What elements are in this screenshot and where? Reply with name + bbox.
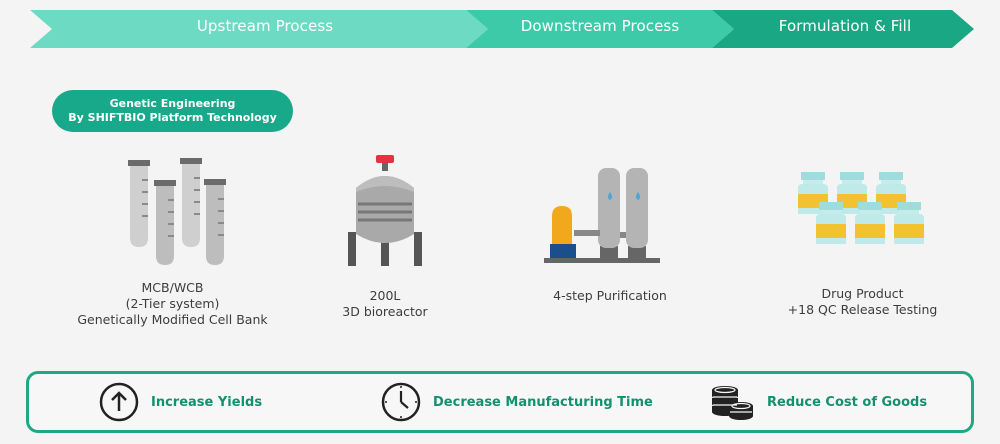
platform-technology-pill: Genetic Engineering By SHIFTBIO Platform… [52, 90, 293, 132]
purification-system-icon [544, 168, 660, 263]
stage-label-upstream: Upstream Process [196, 17, 334, 35]
benefit-reduce-cost: Reduce Cost of Goods [709, 374, 927, 430]
caption-line: 3D bioreactor [342, 304, 428, 319]
benefit-label: Increase Yields [151, 394, 263, 410]
caption-line: +18 QC Release Testing [787, 302, 938, 317]
benefit-label: Reduce Cost of Goods [767, 394, 928, 410]
caption-line: MCB/WCB [141, 280, 204, 295]
step-caption-bioreactor: 200L 3D bioreactor [300, 288, 470, 320]
step-caption-purification: 4-step Purification [530, 288, 690, 304]
test-tubes-icon [128, 158, 226, 265]
coins-icon [712, 386, 753, 420]
clock-icon [381, 382, 421, 422]
vials-icon [798, 172, 924, 244]
stage-label-downstream: Downstream Process [520, 17, 680, 35]
benefits-bar: Increase Yields Decrease Manufacturing T… [26, 371, 974, 433]
caption-line: Drug Product [821, 286, 904, 301]
benefit-label: Decrease Manufacturing Time [433, 394, 653, 410]
caption-line: 4-step Purification [553, 288, 667, 303]
bioreactor-icon [348, 155, 422, 266]
caption-line: 200L [369, 288, 401, 303]
arrow-up-icon [99, 382, 139, 422]
benefit-increase-yields: Increase Yields [99, 374, 262, 430]
platform-line-1: Genetic Engineering [109, 97, 236, 110]
caption-line: Genetically Modified Cell Bank [77, 312, 268, 327]
stage-label-formulation: Formulation & Fill [778, 17, 912, 35]
caption-line: (2-Tier system) [125, 296, 220, 311]
platform-line-2: By SHIFTBIO Platform Technology [68, 111, 277, 124]
benefit-decrease-time: Decrease Manufacturing Time [381, 374, 653, 430]
step-caption-cell-bank: MCB/WCB (2-Tier system) Genetically Modi… [70, 280, 275, 328]
step-caption-drug-product: Drug Product +18 QC Release Testing [770, 286, 955, 318]
process-stage-banner: Upstream Process Downstream Process Form… [0, 0, 1000, 60]
